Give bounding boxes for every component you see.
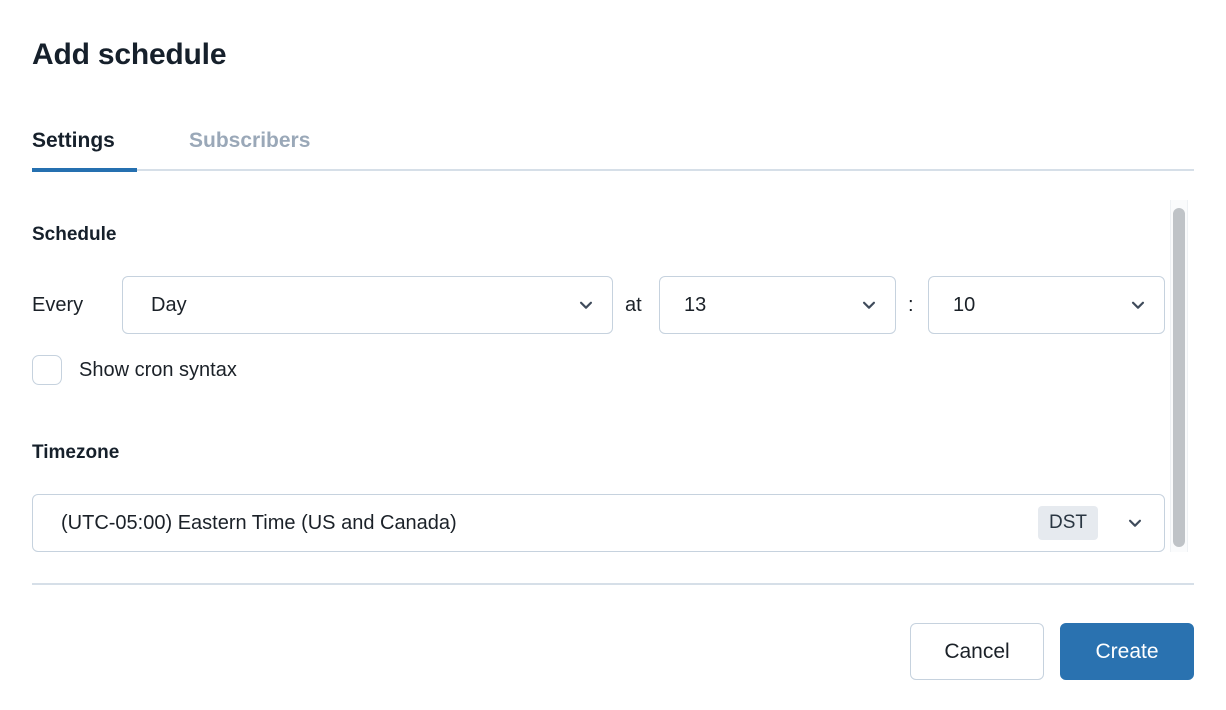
hour-select-value: 13	[684, 293, 707, 316]
cancel-button[interactable]: Cancel	[910, 623, 1044, 680]
frequency-select-value: Day	[151, 293, 187, 316]
timezone-section-label: Timezone	[32, 442, 120, 463]
time-separator: :	[908, 294, 914, 316]
chevron-down-icon	[1126, 514, 1144, 532]
minute-select[interactable]: 10	[928, 276, 1165, 334]
frequency-select[interactable]: Day	[122, 276, 613, 334]
at-label: at	[625, 294, 642, 316]
schedule-section-label: Schedule	[32, 224, 117, 245]
hour-select[interactable]: 13	[659, 276, 896, 334]
page-title: Add schedule	[32, 38, 227, 71]
tab-settings[interactable]: Settings	[32, 124, 115, 158]
chevron-down-icon	[577, 296, 595, 314]
chevron-down-icon	[1129, 296, 1147, 314]
tab-baseline	[32, 169, 1194, 171]
chevron-down-icon	[860, 296, 878, 314]
footer-divider	[32, 583, 1194, 585]
add-schedule-dialog: Add schedule Settings Subscribers Schedu…	[0, 0, 1226, 710]
minute-select-value: 10	[953, 293, 976, 316]
every-label: Every	[32, 294, 84, 316]
tab-bar: Settings Subscribers	[32, 124, 1194, 174]
timezone-select[interactable]: (UTC-05:00) Eastern Time (US and Canada)…	[32, 494, 1165, 552]
active-tab-indicator	[32, 168, 137, 172]
tab-subscribers[interactable]: Subscribers	[189, 124, 310, 158]
scrollbar-thumb[interactable]	[1173, 208, 1185, 547]
create-button[interactable]: Create	[1060, 623, 1194, 680]
timezone-select-value: (UTC-05:00) Eastern Time (US and Canada)	[61, 511, 457, 534]
checkbox-box[interactable]	[32, 355, 62, 385]
settings-form: Schedule Every Day at 13 : 10 Show cron …	[0, 196, 1226, 556]
dst-badge: DST	[1038, 506, 1098, 540]
show-cron-syntax-checkbox[interactable]: Show cron syntax	[32, 355, 237, 385]
show-cron-syntax-label: Show cron syntax	[79, 359, 237, 381]
